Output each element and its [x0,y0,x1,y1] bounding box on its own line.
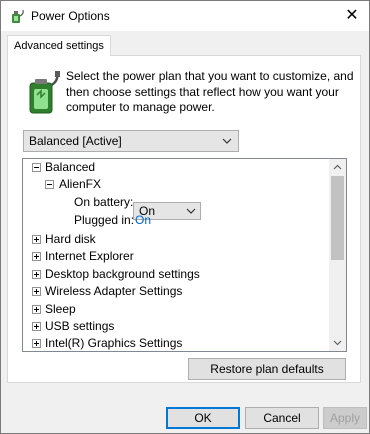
tree-node-intel-graphics[interactable]: Intel(R) Graphics Settings [23,335,328,351]
plugged-in-value[interactable]: On [135,212,151,229]
window-title: Power Options [31,9,110,23]
power-plan-value: Balanced [Active] [29,134,122,148]
advanced-settings-panel: Select the power plan that you want to c… [7,55,361,383]
tree-node-balanced[interactable]: Balanced [23,159,328,176]
apply-button: Apply [323,407,367,429]
scrollbar-thumb[interactable] [331,176,344,260]
tree-node-internet-explorer[interactable]: Internet Explorer [23,248,328,265]
tree-label-balanced: Balanced [45,160,96,174]
tab-advanced-settings[interactable]: Advanced settings [7,35,111,56]
cancel-button[interactable]: Cancel [245,407,319,429]
power-options-dialog: Power Options ✕ Advanced settings Select… [0,0,370,434]
tree-label: Wireless Adapter Settings [45,284,183,298]
power-options-icon [12,9,24,23]
tree-node-sleep[interactable]: Sleep [23,301,328,318]
intro-text: Select the power plan that you want to c… [66,69,354,114]
tree-label: Internet Explorer [45,249,134,263]
expand-icon[interactable] [32,322,41,331]
tree-node-desktop-background[interactable]: Desktop background settings [23,266,328,283]
expand-icon[interactable] [32,270,41,279]
title-bar[interactable]: Power Options ✕ [1,1,369,31]
settings-tree: Balanced AlienFX On battery: On Plugged [22,158,347,352]
tree-node-wireless-adapter[interactable]: Wireless Adapter Settings [23,283,328,300]
close-button[interactable]: ✕ [341,5,363,27]
dialog-body: Advanced settings Select the power plan … [1,31,369,433]
tree-node-plugged-in: Plugged in: On [23,212,328,229]
tree-label: Desktop background settings [45,267,200,281]
tree-node-hard-disk[interactable]: Hard disk [23,231,328,248]
power-plan-dropdown[interactable]: Balanced [Active] [23,130,239,152]
expand-icon[interactable] [32,339,41,348]
expand-icon[interactable] [32,287,41,296]
expand-icon[interactable] [32,235,41,244]
tree-scrollbar[interactable] [329,159,346,351]
tree-label: Hard disk [45,232,96,246]
tree-node-alienfx[interactable]: AlienFX [23,176,328,193]
collapse-icon[interactable] [45,180,54,189]
tree-label: Sleep [45,302,76,316]
tree-label: Intel(R) Graphics Settings [45,336,183,350]
scroll-up-arrow-icon[interactable] [329,159,346,176]
expand-icon[interactable] [32,305,41,314]
restore-plan-defaults-button[interactable]: Restore plan defaults [188,358,346,380]
expand-icon[interactable] [32,252,41,261]
chevron-down-icon [222,138,232,144]
plugged-in-label: Plugged in: [74,213,135,227]
collapse-icon[interactable] [32,163,41,172]
tree-node-usb-settings[interactable]: USB settings [23,318,328,335]
tree-label: USB settings [45,319,115,333]
ok-button[interactable]: OK [166,407,240,429]
tree-label-alienfx: AlienFX [59,177,102,191]
battery-plug-icon [29,71,60,114]
on-battery-label: On battery: [74,195,134,209]
scroll-down-arrow-icon[interactable] [329,334,346,351]
